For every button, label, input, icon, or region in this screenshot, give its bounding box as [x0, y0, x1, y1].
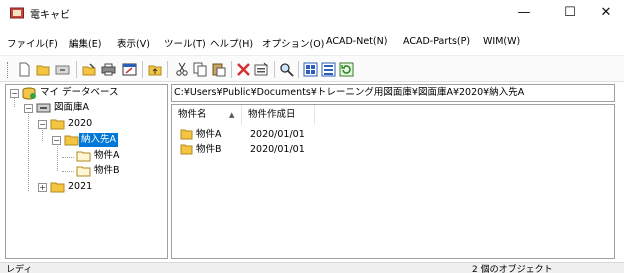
- list-item[interactable]: 物件A 2020/01/01: [172, 128, 614, 141]
- print-icon[interactable]: [101, 62, 116, 77]
- tree-label: 物件B: [94, 165, 120, 176]
- sort-ascending-icon: ▲: [229, 111, 235, 119]
- menu-acad-parts[interactable]: ACAD-Parts(P): [403, 36, 470, 47]
- tree-label: マイ データベース: [40, 87, 119, 98]
- item-name: 物件A: [196, 129, 222, 140]
- folder-icon: [180, 129, 193, 140]
- refresh-icon[interactable]: [339, 62, 354, 77]
- edit-folder-icon[interactable]: [82, 62, 97, 77]
- tree-label: 2020: [68, 118, 93, 129]
- toolbar: [0, 55, 624, 82]
- app-icon: [10, 7, 24, 19]
- status-text: レディ: [6, 265, 33, 273]
- open-folder-icon: [50, 119, 65, 130]
- list-item[interactable]: 物件B 2020/01/01: [172, 143, 614, 156]
- toolbar-separator: [142, 61, 143, 78]
- new-icon[interactable]: [17, 62, 32, 77]
- delete-icon[interactable]: [236, 62, 251, 77]
- toolbar-separator: [274, 61, 275, 78]
- tree-node-item-a[interactable]: 物件A: [6, 149, 166, 163]
- open-folder-icon[interactable]: [36, 62, 51, 77]
- folder-icon: [76, 166, 91, 177]
- properties-icon[interactable]: [254, 62, 269, 77]
- column-header-date[interactable]: 物件作成日: [242, 105, 315, 125]
- drawer-icon[interactable]: [55, 62, 70, 77]
- title-bar: 電キャビ — ☐ ✕: [0, 0, 624, 26]
- copy-icon[interactable]: [193, 62, 208, 77]
- tree-label: 物件A: [94, 150, 120, 161]
- menu-tools[interactable]: ツール(T): [164, 36, 206, 50]
- toolbar-separator: [167, 61, 168, 78]
- close-button[interactable]: ✕: [588, 2, 624, 24]
- menu-wim[interactable]: WIM(W): [483, 36, 520, 47]
- tree-node-2020[interactable]: − 2020: [6, 117, 166, 131]
- item-date: 2020/01/01: [250, 144, 305, 155]
- menu-options[interactable]: オプション(O): [262, 36, 324, 50]
- view-large-icon[interactable]: [303, 62, 318, 77]
- collapse-icon[interactable]: −: [38, 120, 47, 129]
- cut-icon[interactable]: [175, 62, 190, 77]
- collapse-icon[interactable]: −: [10, 89, 19, 98]
- folder-icon: [180, 144, 193, 155]
- menu-file[interactable]: ファイル(F): [7, 36, 58, 50]
- folder-icon: [50, 182, 65, 193]
- menu-edit[interactable]: 編集(E): [69, 36, 101, 50]
- expand-icon[interactable]: +: [38, 183, 47, 192]
- tree-node-root[interactable]: − マイ データベース: [6, 86, 166, 100]
- tree-node-library[interactable]: − 図面庫A: [6, 101, 166, 115]
- view-details-icon[interactable]: [321, 62, 336, 77]
- path-bar[interactable]: C:¥Users¥Public¥Documents¥トレーニング用図面庫¥図面庫…: [171, 84, 615, 102]
- toolbar-grip[interactable]: [7, 62, 10, 78]
- file-list[interactable]: 物件名 ▲ 物件作成日 物件A 2020/01/01 物件B 2020/01/0…: [171, 104, 615, 259]
- menu-view[interactable]: 表示(V): [117, 36, 150, 50]
- status-bar: レディ 2 個のオブジェクト: [0, 262, 624, 273]
- item-date: 2020/01/01: [250, 129, 305, 140]
- maximize-button[interactable]: ☐: [552, 2, 588, 24]
- paste-icon[interactable]: [211, 62, 226, 77]
- tree-node-client[interactable]: − 納入先A: [6, 133, 166, 147]
- menu-help[interactable]: ヘルプ(H): [210, 36, 253, 50]
- tree-node-item-b[interactable]: 物件B: [6, 164, 166, 178]
- collapse-icon[interactable]: −: [52, 136, 61, 145]
- menu-acad-net[interactable]: ACAD-Net(N): [326, 36, 387, 47]
- column-label: 物件作成日: [248, 109, 296, 120]
- tree-label: 図面庫A: [54, 102, 89, 113]
- item-name: 物件B: [196, 144, 222, 155]
- folder-icon: [76, 151, 91, 162]
- menu-bar: ファイル(F) 編集(E) 表示(V) ツール(T) ヘルプ(H) オプション(…: [0, 31, 624, 53]
- window-title: 電キャビ: [30, 10, 70, 21]
- toolbar-separator: [231, 61, 232, 78]
- database-icon: [22, 87, 36, 100]
- up-folder-icon[interactable]: [148, 62, 163, 77]
- minimize-button[interactable]: —: [506, 2, 542, 24]
- folder-tree[interactable]: − マイ データベース − 図面庫A − 2020 − 納入先A 物件A 物件B…: [5, 84, 168, 259]
- tree-label: 2021: [68, 181, 93, 192]
- open-folder-icon: [64, 135, 79, 146]
- frame-icon[interactable]: [122, 62, 137, 77]
- object-count: 2 個のオブジェクト: [472, 265, 553, 273]
- drawer-icon: [36, 103, 51, 113]
- column-label: 物件名: [178, 109, 207, 120]
- toolbar-separator: [76, 61, 77, 78]
- toolbar-separator: [298, 61, 299, 78]
- tree-label: 納入先A: [79, 133, 118, 147]
- tree-node-2021[interactable]: + 2021: [6, 180, 166, 194]
- search-icon[interactable]: [279, 62, 294, 77]
- list-header: 物件名 ▲ 物件作成日: [172, 105, 614, 125]
- collapse-icon[interactable]: −: [24, 104, 33, 113]
